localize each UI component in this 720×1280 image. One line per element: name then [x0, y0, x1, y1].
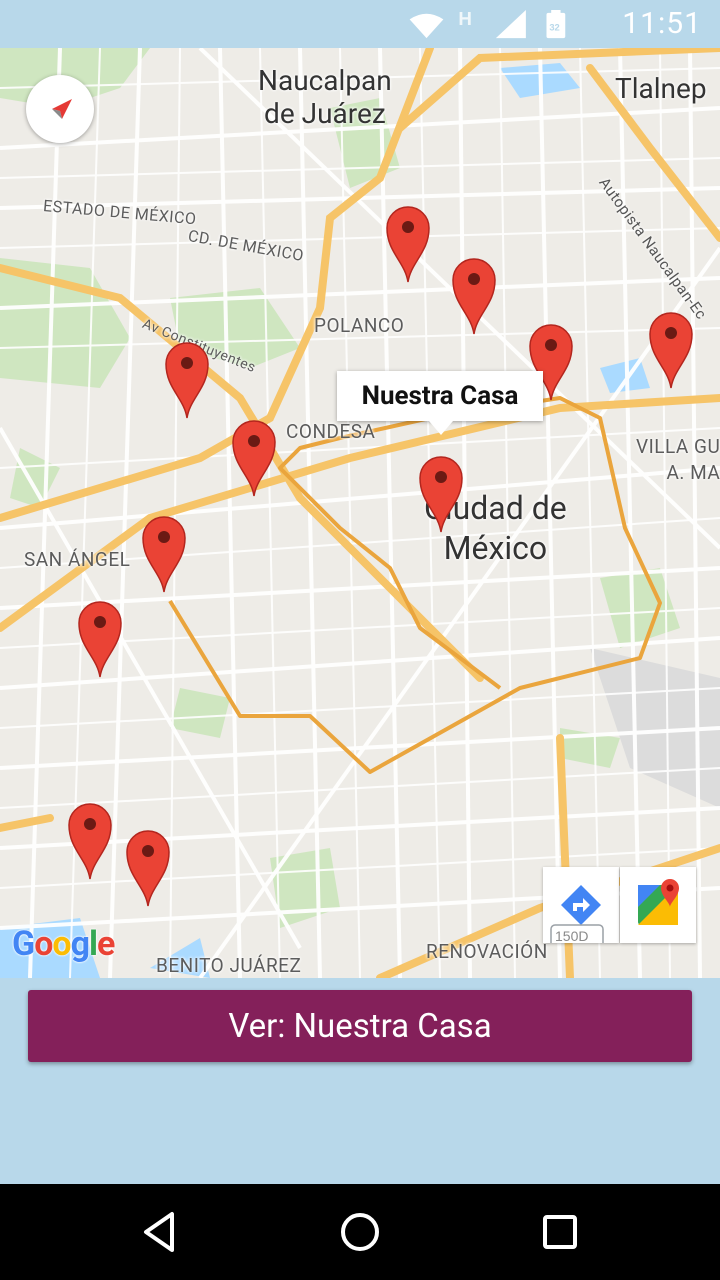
directions-button[interactable]: 150D — [543, 867, 619, 948]
info-window-title: Nuestra Casa — [361, 381, 519, 411]
label-tlalnepantla: Tlalnep — [615, 72, 707, 105]
map-marker[interactable] — [385, 204, 431, 284]
map-marker[interactable] — [67, 801, 113, 881]
google-logo: Google — [12, 924, 115, 964]
label-condesa: CONDESA — [286, 420, 376, 443]
network-type-icon: H — [458, 10, 472, 29]
back-triangle-icon[interactable] — [134, 1206, 186, 1258]
label-renovacion: RENOVACIÓN — [426, 940, 548, 963]
map-marker[interactable] — [164, 340, 210, 420]
label-san-angel: SAN ÁNGEL — [24, 548, 131, 571]
status-bar: H 32 11:51 — [0, 0, 720, 48]
status-icons: H 32 — [409, 10, 566, 39]
open-in-maps-button[interactable] — [620, 867, 696, 943]
status-time: 11:51 — [622, 6, 702, 41]
map-marker[interactable] — [125, 828, 171, 908]
map-marker[interactable] — [648, 310, 694, 390]
signal-icon — [495, 10, 526, 39]
label-naucalpan: Naucalpan de Juárez — [258, 64, 392, 130]
navigation-bar — [0, 1184, 720, 1280]
home-circle-icon[interactable] — [334, 1206, 386, 1258]
label-villa-gustavo: VILLA GU A. MA — [636, 435, 720, 484]
label-benito-juarez: BENITO JUÁREZ — [156, 954, 302, 977]
wifi-icon — [409, 13, 444, 39]
route-shield-label: 150D — [555, 928, 588, 943]
map-view[interactable]: Naucalpan de Juárez Tlalnep Autopista Na… — [0, 48, 720, 978]
map-marker[interactable] — [141, 514, 187, 594]
compass-icon — [52, 99, 72, 119]
google-maps-icon — [638, 879, 679, 925]
directions-icon: 150D — [550, 885, 604, 948]
map-marker[interactable] — [77, 599, 123, 679]
recents-square-icon[interactable] — [534, 1206, 586, 1258]
view-place-button[interactable]: Ver: Nuestra Casa — [28, 990, 692, 1062]
map-marker-selected[interactable] — [418, 454, 464, 534]
label-polanco: POLANCO — [314, 314, 405, 337]
map-marker[interactable] — [451, 256, 497, 336]
marker-info-window[interactable]: Nuestra Casa — [337, 371, 543, 435]
compass-button[interactable] — [26, 75, 94, 143]
svg-text:32: 32 — [549, 23, 559, 33]
map-marker[interactable] — [231, 418, 277, 498]
